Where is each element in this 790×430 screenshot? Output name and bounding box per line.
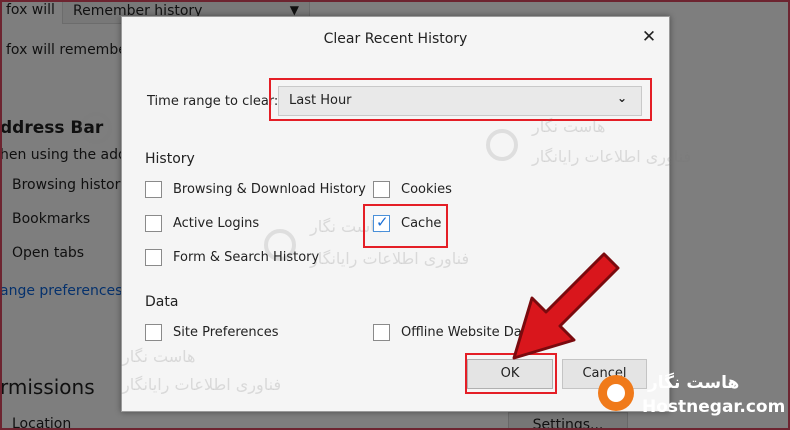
image-border — [0, 0, 790, 430]
